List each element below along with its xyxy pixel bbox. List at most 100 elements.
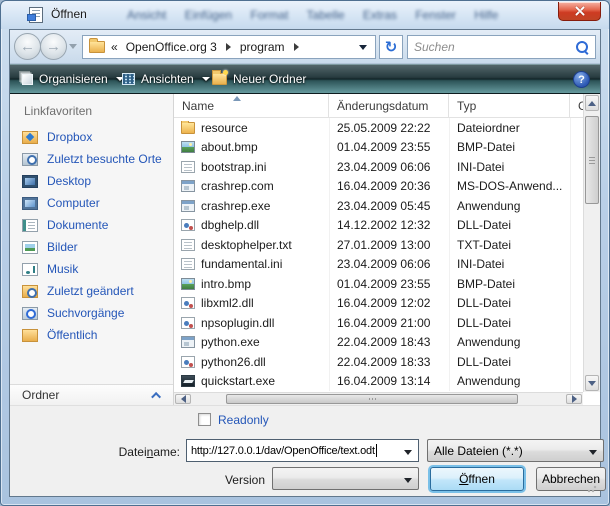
back-button[interactable]: ← [14, 33, 41, 60]
documents-icon [22, 219, 38, 232]
file-row[interactable]: desktophelper.txt 27.01.2009 13:00 TXT-D… [174, 235, 587, 255]
favorites-sidebar: Linkfavoriten Dropbox Zuletzt besuchte O… [10, 94, 174, 405]
vertical-scrollbar[interactable] [583, 94, 600, 392]
bmp-file-icon [181, 278, 195, 290]
folder-icon [181, 122, 195, 134]
help-button[interactable]: ? [573, 71, 590, 88]
sidebar-item-music[interactable]: Musik [20, 258, 171, 280]
pictures-icon [22, 241, 38, 254]
sidebar-item-label: Musik [47, 262, 78, 276]
breadcrumb-separator-icon[interactable] [294, 43, 299, 51]
sidebar-item-label: Bilder [47, 240, 78, 254]
file-row[interactable]: python26.dll 22.04.2009 18:33 DLL-Datei [174, 352, 587, 372]
sidebar-item-documents[interactable]: Dokumente [20, 214, 171, 236]
new-folder-button[interactable]: Neuer Ordner [212, 65, 306, 93]
resize-grip[interactable] [587, 483, 597, 493]
sidebar-item-label: Dokumente [47, 218, 108, 232]
ini-file-icon [181, 161, 195, 173]
application-icon [181, 200, 195, 212]
filename-label-pre: Datei [119, 445, 147, 459]
scroll-right-icon [572, 395, 577, 403]
breadcrumb-segment[interactable]: program [240, 40, 285, 54]
folders-expander[interactable]: Ordner [10, 384, 173, 405]
background-menu-blurred: Ansicht Einfügen Format Tabelle Extras F… [127, 8, 545, 24]
file-date: 23.04.2009 06:06 [329, 160, 449, 174]
sidebar-item-desktop[interactable]: Desktop [20, 170, 171, 192]
file-row[interactable]: libxml2.dll 16.04.2009 12:02 DLL-Datei [174, 294, 587, 314]
sort-ascending-icon [233, 96, 241, 101]
file-row[interactable]: fundamental.ini 23.04.2009 06:06 INI-Dat… [174, 255, 587, 275]
file-type: DLL-Datei [449, 218, 587, 232]
title-bar[interactable]: Öffnen Ansicht Einfügen Format Tabelle E… [1, 1, 609, 29]
sidebar-list: Dropbox Zuletzt besuchte Orte Desktop Co… [20, 126, 171, 346]
column-header-date[interactable]: Änderungsdatum [329, 94, 449, 117]
file-rows: resource 25.05.2009 22:22 Dateiordner ab… [174, 118, 587, 392]
refresh-button[interactable]: ↻ [379, 35, 403, 59]
column-header-type[interactable]: Typ [449, 94, 570, 117]
file-name: quickstart.exe [201, 374, 275, 388]
scroll-down-button[interactable] [585, 375, 599, 391]
file-row[interactable]: python.exe 22.04.2009 18:43 Anwendung [174, 333, 587, 353]
horizontal-scrollbar[interactable] [174, 392, 583, 405]
address-dropdown-icon[interactable] [359, 45, 367, 50]
breadcrumb-overflow-icon[interactable]: « [111, 40, 118, 54]
file-row[interactable]: resource 25.05.2009 22:22 Dateiordner [174, 118, 587, 138]
file-row[interactable]: crashrep.exe 23.04.2009 05:45 Anwendung [174, 196, 587, 216]
quickstart-app-icon [181, 375, 195, 387]
filename-input[interactable]: http://127.0.0.1/dav/OpenOffice/text.odt [186, 439, 419, 462]
close-button[interactable] [558, 2, 601, 21]
help-icon: ? [578, 74, 585, 86]
file-row[interactable]: quickstart.exe 16.04.2009 13:14 Anwendun… [174, 372, 587, 392]
file-row[interactable]: about.bmp 01.04.2009 23:55 BMP-Datei [174, 138, 587, 158]
breadcrumb[interactable]: « OpenOffice.org 3 program [82, 35, 376, 59]
file-date: 16.04.2009 12:02 [329, 296, 449, 310]
version-dropdown-icon [404, 478, 412, 483]
sidebar-item-dropbox[interactable]: Dropbox [20, 126, 171, 148]
chevron-up-icon [151, 391, 161, 401]
organize-menu-button[interactable]: Organisieren [18, 65, 124, 93]
open-button[interactable]: Öffnen [430, 467, 524, 491]
views-menu-button[interactable]: Ansichten [122, 65, 210, 93]
folders-expander-label: Ordner [22, 388, 59, 402]
readonly-checkbox[interactable] [198, 413, 211, 426]
file-type: MS-DOS-Anwend... [449, 179, 587, 193]
chevron-down-icon [202, 77, 210, 81]
file-row[interactable]: crashrep.com 16.04.2009 20:36 MS-DOS-Anw… [174, 177, 587, 197]
breadcrumb-segment[interactable]: OpenOffice.org 3 [126, 40, 217, 54]
file-row[interactable]: dbghelp.dll 14.12.2002 12:32 DLL-Datei [174, 216, 587, 236]
filetype-select[interactable]: Alle Dateien (*.*) [427, 439, 604, 462]
vertical-scroll-thumb[interactable] [585, 116, 599, 204]
sidebar-item-recently-changed[interactable]: Zuletzt geändert [20, 280, 171, 302]
scroll-left-button[interactable] [175, 394, 191, 404]
sidebar-item-computer[interactable]: Computer [20, 192, 171, 214]
text-caret [376, 444, 377, 457]
sidebar-item-recent-places[interactable]: Zuletzt besuchte Orte [20, 148, 171, 170]
version-label: Version [110, 473, 265, 487]
dll-file-icon [181, 219, 195, 231]
dialog-footer: Readonly Dateiname: http://127.0.0.1/dav… [10, 405, 600, 496]
sidebar-item-label: Öffentlich [47, 328, 97, 342]
file-row[interactable]: bootstrap.ini 23.04.2009 06:06 INI-Datei [174, 157, 587, 177]
file-name: desktophelper.txt [201, 238, 292, 252]
scroll-up-button[interactable] [585, 95, 599, 111]
file-row[interactable]: intro.bmp 01.04.2009 23:55 BMP-Datei [174, 274, 587, 294]
file-date: 23.04.2009 06:06 [329, 257, 449, 271]
file-type: INI-Datei [449, 160, 587, 174]
sidebar-item-pictures[interactable]: Bilder [20, 236, 171, 258]
sidebar-item-searches[interactable]: Suchvorgänge [20, 302, 171, 324]
file-row[interactable]: npsoplugin.dll 16.04.2009 21:00 DLL-Date… [174, 313, 587, 333]
version-select[interactable] [272, 467, 419, 490]
horizontal-scroll-thumb[interactable] [226, 394, 518, 404]
open-dialog: Öffnen Ansicht Einfügen Format Tabelle E… [0, 0, 610, 506]
scroll-up-icon [588, 101, 596, 106]
breadcrumb-separator-icon[interactable] [226, 43, 231, 51]
forward-button[interactable]: → [40, 33, 67, 60]
history-dropdown-icon[interactable] [69, 44, 77, 49]
file-date: 27.01.2009 13:00 [329, 238, 449, 252]
column-header-name[interactable]: Name [174, 94, 329, 117]
sidebar-item-public[interactable]: Öffentlich [20, 324, 171, 346]
filename-dropdown-icon[interactable] [404, 450, 412, 455]
readonly-label[interactable]: Readonly [218, 413, 269, 427]
scroll-right-button[interactable] [566, 394, 582, 404]
search-input[interactable]: Suchen [407, 35, 596, 59]
